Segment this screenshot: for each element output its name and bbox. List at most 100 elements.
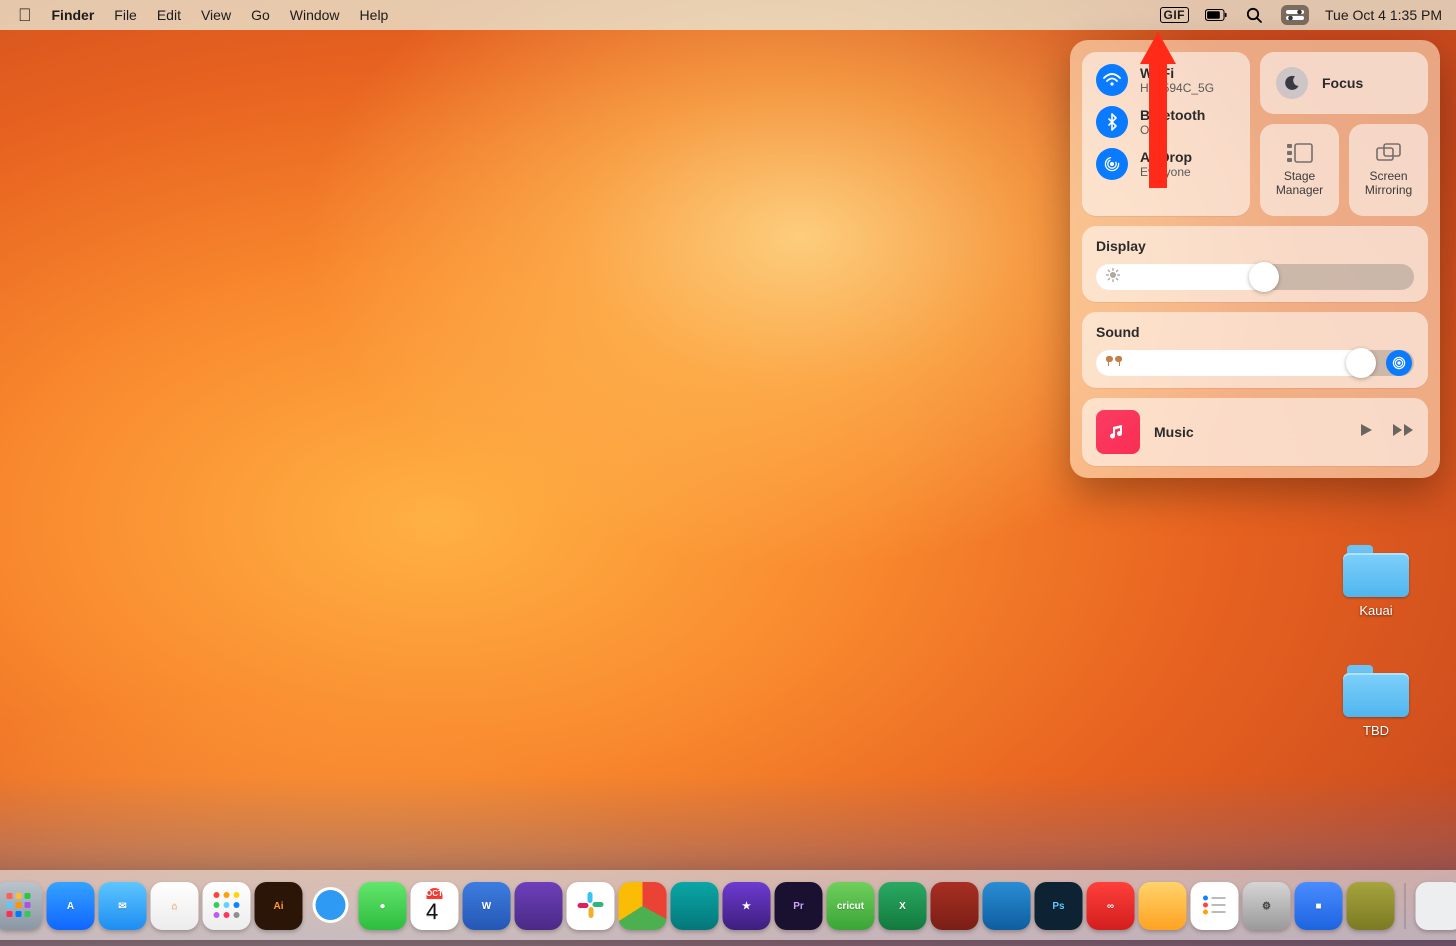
display-title: Display (1096, 238, 1414, 254)
dock-app-home[interactable]: ⌂ (151, 882, 199, 930)
dock-app-mail[interactable]: ✉ (99, 882, 147, 930)
focus-bottom-row: StageManager ScreenMirroring (1260, 124, 1428, 216)
dock-app-settings[interactable]: ⚙ (1243, 882, 1291, 930)
menu-edit[interactable]: Edit (157, 7, 181, 23)
airplay-audio-icon[interactable] (1386, 350, 1412, 376)
dock-app-purple[interactable] (515, 882, 563, 930)
dock-app-label (576, 890, 606, 923)
airdrop-subtitle: Everyone (1140, 165, 1192, 179)
desktop-folder-tbd[interactable]: TBD (1332, 665, 1420, 738)
dock-app-chrome[interactable] (619, 882, 667, 930)
display-card: Display (1082, 226, 1428, 302)
control-center-icon[interactable] (1281, 5, 1309, 25)
dock-app-messages[interactable]: ● (359, 882, 407, 930)
airdrop-texts: AirDrop Everyone (1140, 149, 1192, 179)
connectivity-card: Wi-Fi HT_594C_5G Bluetooth On AirDrop Ev… (1082, 52, 1250, 216)
dock-app-screenshot[interactable] (1416, 882, 1456, 930)
dock-app-photoshop[interactable]: Ps (1035, 882, 1083, 930)
dock-app-teal[interactable] (671, 882, 719, 930)
dock-app-label: A (67, 901, 74, 912)
dock-app-label: ⚙ (1262, 901, 1271, 912)
sound-slider[interactable] (1096, 350, 1414, 376)
bluetooth-icon (1096, 106, 1128, 138)
dock-app-illustrator[interactable]: Ai (255, 882, 303, 930)
dock-app-calendar[interactable]: OCT4 (411, 882, 459, 930)
dock-app-label: ■ (1315, 901, 1321, 912)
screen-mirroring-button[interactable]: ScreenMirroring (1349, 124, 1428, 216)
focus-toggle[interactable]: Focus (1260, 52, 1428, 114)
dock: A ✉ ⌂ Ai ● OCT4W ★ Pr cricut X Ps ∞ ⚙ ■ (0, 870, 1456, 940)
menu-file[interactable]: File (114, 7, 137, 23)
menu-go[interactable]: Go (251, 7, 270, 23)
dock-app-safari[interactable] (307, 882, 355, 930)
menu-window[interactable]: Window (290, 7, 340, 23)
battery-icon[interactable] (1205, 4, 1227, 26)
focus-title: Focus (1322, 75, 1363, 91)
dock-app-zoom[interactable]: ■ (1295, 882, 1343, 930)
stage-manager-button[interactable]: StageManager (1260, 124, 1339, 216)
sound-title: Sound (1096, 324, 1414, 340)
dock-app-label: X (899, 901, 906, 912)
display-slider[interactable] (1096, 264, 1414, 290)
wifi-subtitle: HT_594C_5G (1140, 81, 1214, 95)
wifi-toggle[interactable]: Wi-Fi HT_594C_5G (1096, 64, 1236, 96)
dock-app-excel[interactable]: X (879, 882, 927, 930)
dock-app-cricut[interactable]: cricut (827, 882, 875, 930)
music-card[interactable]: Music (1082, 398, 1428, 466)
dock-app-reminders[interactable] (1191, 882, 1239, 930)
dock-app-label: ∞ (1107, 901, 1114, 912)
gif-menubar-icon[interactable]: GIF (1160, 7, 1190, 23)
dock-app-label: ⌂ (171, 901, 177, 912)
folder-label: TBD (1332, 723, 1420, 738)
dock-app-label: ● (379, 901, 385, 912)
dock-app-label: ★ (742, 901, 751, 912)
menubar-clock[interactable]: Tue Oct 4 1:35 PM (1325, 7, 1442, 23)
stage-manager-line2: Manager (1276, 183, 1323, 197)
screen-mirroring-icon (1376, 143, 1402, 163)
display-slider-thumb[interactable] (1249, 262, 1279, 292)
dock-app-launchpad[interactable] (0, 882, 43, 930)
spotlight-search-icon[interactable] (1243, 4, 1265, 26)
dock-app-red[interactable] (931, 882, 979, 930)
bluetooth-toggle[interactable]: Bluetooth On (1096, 106, 1236, 138)
screen-mirroring-line1: Screen (1369, 169, 1407, 183)
music-app-icon (1096, 410, 1140, 454)
dock-app-blue[interactable] (983, 882, 1031, 930)
dock-app-cc[interactable]: ∞ (1087, 882, 1135, 930)
play-icon[interactable] (1358, 422, 1374, 443)
stage-manager-line1: Stage (1284, 169, 1315, 183)
apple-menu-icon[interactable]:  (18, 6, 32, 24)
dock-app-olive[interactable] (1347, 882, 1395, 930)
sound-slider-thumb[interactable] (1346, 348, 1376, 378)
dock-app-label: cricut (837, 901, 864, 912)
menu-help[interactable]: Help (360, 7, 389, 23)
dock-app-slack[interactable] (567, 882, 615, 930)
dock-separator (1405, 883, 1406, 929)
desktop-folder-kauai[interactable]: Kauai (1332, 545, 1420, 618)
menubar-app-name[interactable]: Finder (52, 7, 95, 23)
folder-icon (1343, 665, 1409, 717)
control-center-panel: Wi-Fi HT_594C_5G Bluetooth On AirDrop Ev… (1070, 40, 1440, 478)
dock-app-grid[interactable] (203, 882, 251, 930)
dock-app-imovie[interactable]: ★ (723, 882, 771, 930)
menu-view[interactable]: View (201, 7, 231, 23)
dock-app-label: Ai (274, 901, 284, 912)
dock-app-premiere[interactable]: Pr (775, 882, 823, 930)
airdrop-toggle[interactable]: AirDrop Everyone (1096, 148, 1236, 180)
menubar-left:  Finder File Edit View Go Window Help (18, 6, 388, 24)
wifi-texts: Wi-Fi HT_594C_5G (1140, 65, 1214, 95)
music-controls (1358, 422, 1414, 443)
next-track-icon[interactable] (1392, 422, 1414, 443)
bluetooth-title: Bluetooth (1140, 107, 1205, 123)
dock-app-label: Pr (793, 901, 804, 912)
dock-app-label (211, 889, 243, 924)
airdrop-icon (1096, 148, 1128, 180)
airdrop-title: AirDrop (1140, 149, 1192, 165)
airpods-icon (1106, 354, 1122, 373)
dock-app-sketch[interactable] (1139, 882, 1187, 930)
dock-app-label: ✉ (118, 901, 126, 912)
wifi-title: Wi-Fi (1140, 65, 1214, 81)
dock-app-appstore[interactable]: A (47, 882, 95, 930)
menubar-right: GIF Tue Oct 4 1:35 PM (1160, 4, 1442, 26)
dock-app-word[interactable]: W (463, 882, 511, 930)
